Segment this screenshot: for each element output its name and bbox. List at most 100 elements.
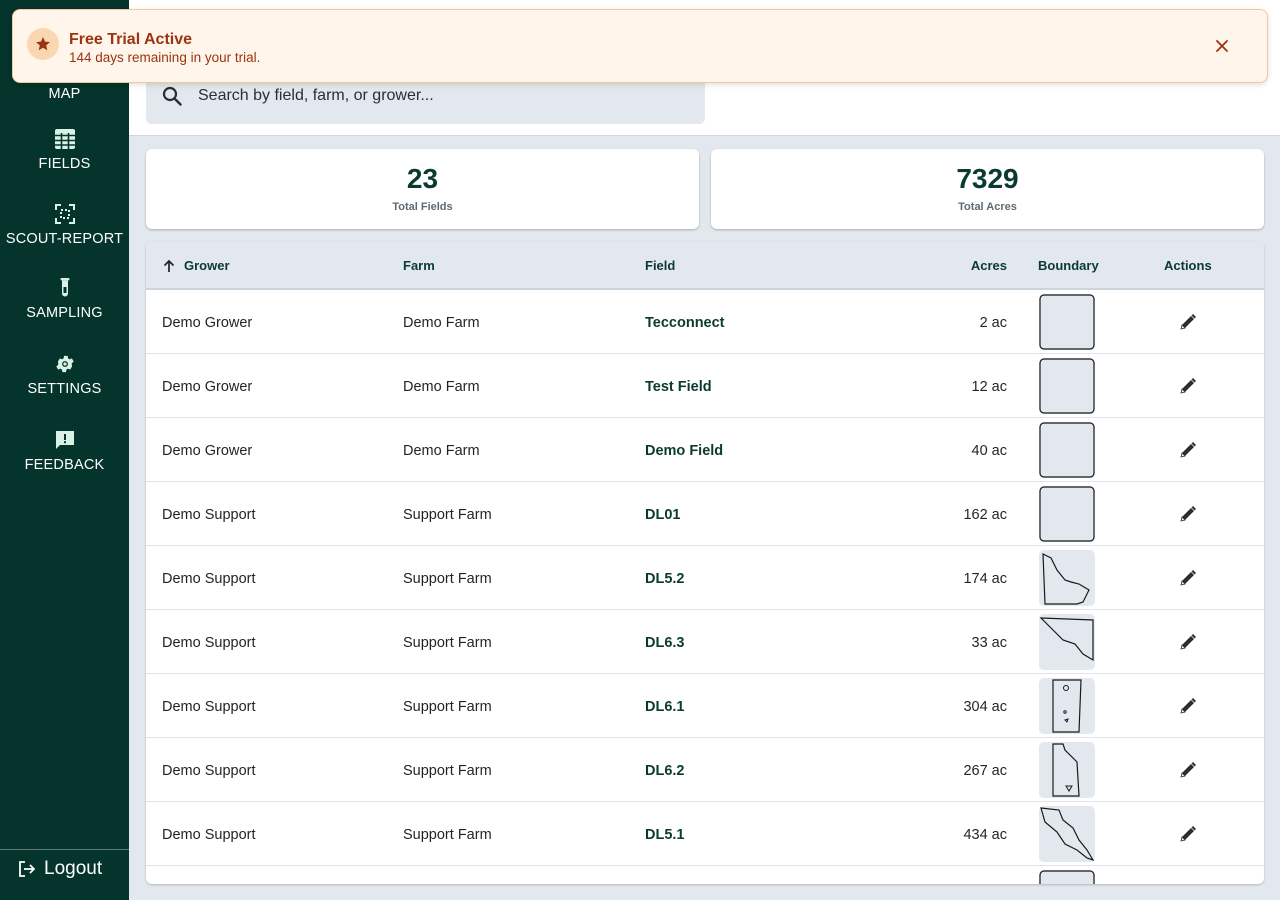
boundary-thumbnail[interactable] [1039,294,1095,350]
column-header-actions: Actions [1164,258,1212,273]
boundary-thumbnail[interactable] [1039,422,1095,478]
cell-acres: 267 ac [963,763,1007,779]
cell-acres: 33 ac [971,635,1007,651]
boundary-shape [1042,553,1090,605]
cell-acres: 40 ac [971,443,1007,459]
cell-field[interactable]: DL6.3 [645,635,685,651]
cell-grower: Demo Support [162,507,256,523]
cell-acres: 434 ac [963,827,1007,843]
toast-badge [27,28,59,60]
table-row[interactable]: Demo Support Support Farm DL5.1 434 ac [146,802,1264,866]
cell-grower: Demo Support [162,699,256,715]
sidebar-item-feedback[interactable]: FEEDBACK [0,429,129,473]
cell-field[interactable]: DL5.1 [645,827,685,843]
cell-field[interactable]: DL5.2 [645,571,685,587]
sidebar: MAP FIELDS SCOUT-REPORT SAMPLING SETTING… [0,0,129,900]
total-acres-card: 7329 Total Acres [711,149,1264,229]
cell-field[interactable]: DL01 [645,507,680,523]
edit-icon[interactable] [1178,568,1198,588]
cell-field[interactable]: DL6.2 [645,763,685,779]
sidebar-item-fields[interactable]: FIELDS [0,128,129,172]
cell-acres: 2 ac [979,315,1007,331]
cell-farm: Support Farm [403,827,492,843]
table-row[interactable]: Demo Support Support Farm DL5.2 174 ac [146,546,1264,610]
fields-table: Grower Farm Field Acres Boundary Actions… [146,241,1264,884]
total-acres-label: Total Acres [958,201,1017,213]
boundary-thumbnail[interactable] [1039,870,1095,884]
boundary-shape [1039,617,1094,662]
trial-toast: Free Trial Active 144 days remaining in … [12,9,1268,83]
boundary-shape [1040,807,1095,862]
cell-grower: Demo Support [162,635,256,651]
boundary-thumbnail[interactable] [1039,678,1095,734]
table-row[interactable]: Demo Support Support Farm DL01 162 ac [146,482,1264,546]
cell-acres: 174 ac [963,571,1007,587]
column-header-farm[interactable]: Farm [403,258,435,273]
cell-grower: Demo Grower [162,379,253,395]
cell-farm: Demo Farm [403,315,480,331]
feedback-icon [55,431,74,449]
total-acres-value: 7329 [956,163,1019,194]
boundary-thumbnail[interactable] [1039,486,1095,542]
table-row[interactable]: Demo Grower Demo Farm Tecconnect 2 ac [146,290,1264,354]
table-row[interactable]: Demo Support Support Farm DL6.2 267 ac [146,738,1264,802]
logout-label: Logout [44,858,103,879]
cell-farm: Support Farm [403,635,492,651]
column-header-label: Grower [184,258,230,273]
cell-acres: 12 ac [971,379,1007,395]
edit-icon[interactable] [1178,504,1198,524]
table-row[interactable] [146,866,1264,884]
edit-icon[interactable] [1178,312,1198,332]
scan-icon [54,204,75,224]
sidebar-item-scout-report[interactable]: SCOUT-REPORT [0,203,129,247]
cell-acres: 162 ac [963,507,1007,523]
sidebar-item-label: SAMPLING [26,305,103,321]
total-fields-value: 23 [406,163,439,194]
table-row[interactable]: Demo Grower Demo Farm Test Field 12 ac [146,354,1264,418]
edit-icon[interactable] [1178,376,1198,396]
boundary-thumbnail[interactable] [1039,742,1095,798]
column-header-grower[interactable]: Grower [162,258,230,273]
boundary-thumbnail[interactable] [1039,806,1095,862]
cell-field[interactable]: Tecconnect [645,315,725,331]
search-icon [162,86,182,106]
boundary-thumbnail[interactable] [1039,358,1095,414]
table-row[interactable]: Demo Support Support Farm DL6.1 304 ac [146,674,1264,738]
table-row[interactable]: Demo Support Support Farm DL6.3 33 ac [146,610,1264,674]
edit-icon[interactable] [1178,440,1198,460]
cell-field[interactable]: Test Field [645,379,712,395]
sort-ascending-icon [163,259,175,272]
column-header-acres[interactable]: Acres [971,258,1007,273]
table-row[interactable]: Demo Grower Demo Farm Demo Field 40 ac [146,418,1264,482]
test-tube-icon [60,278,69,297]
edit-icon[interactable] [1178,824,1198,844]
boundary-shape [1039,422,1095,478]
edit-icon[interactable] [1178,632,1198,652]
cell-farm: Demo Farm [403,443,480,459]
cell-farm: Support Farm [403,699,492,715]
cell-farm: Demo Farm [403,379,480,395]
sidebar-item-sampling[interactable]: SAMPLING [0,277,129,321]
boundary-thumbnail[interactable] [1039,550,1095,606]
toast-message: 144 days remaining in your trial. [69,50,261,65]
boundary-thumbnail[interactable] [1039,614,1095,670]
cell-grower: Demo Grower [162,443,253,459]
search-input[interactable] [198,87,678,105]
sidebar-item-map[interactable]: MAP [0,80,129,102]
cell-farm: Support Farm [403,763,492,779]
boundary-shape [1039,358,1095,414]
sidebar-item-settings[interactable]: SETTINGS [0,353,129,397]
logout-button[interactable]: Logout [18,858,102,880]
column-header-field[interactable]: Field [645,258,675,273]
cell-acres: 304 ac [963,699,1007,715]
total-fields-card: 23 Total Fields [146,149,699,229]
cell-farm: Support Farm [403,507,492,523]
cell-field[interactable]: DL6.1 [645,699,685,715]
edit-icon[interactable] [1178,696,1198,716]
close-icon[interactable] [1215,39,1229,53]
boundary-shape [1052,679,1082,733]
edit-icon[interactable] [1178,760,1198,780]
sidebar-item-label: SETTINGS [27,381,102,397]
cell-field[interactable]: Demo Field [645,443,723,459]
cell-grower: Demo Support [162,763,256,779]
